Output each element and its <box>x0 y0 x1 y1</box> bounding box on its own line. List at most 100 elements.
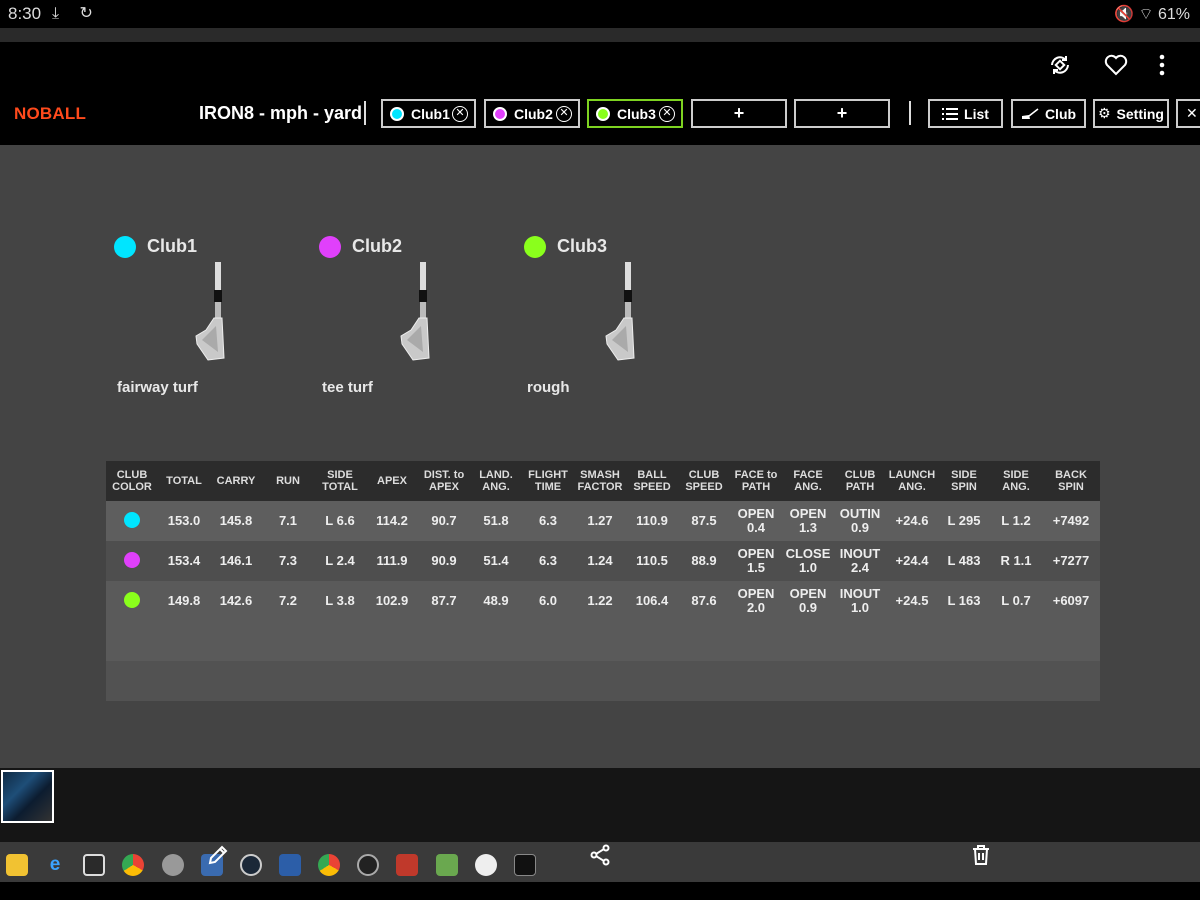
close-club2-icon[interactable]: ✕ <box>556 106 572 122</box>
table-cell <box>574 661 626 701</box>
thumbnail-image[interactable] <box>1 770 54 823</box>
table-cell: +24.4 <box>886 541 938 581</box>
list-button[interactable]: List <box>928 99 1003 128</box>
favorite-heart-icon[interactable] <box>1100 50 1132 80</box>
close-club1-icon[interactable]: ✕ <box>452 106 468 122</box>
table-cell <box>626 621 678 661</box>
table-cell: L 0.7 <box>990 581 1042 621</box>
club-card-1: Club1 fairway turf <box>114 234 314 404</box>
table-row[interactable]: 153.4 146.1 7.3 L 2.4 111.9 90.9 51.4 6.3 1.24 11… <box>106 541 1100 581</box>
thumbnail-strip <box>0 768 1200 842</box>
column-header-line: SPIN <box>951 481 977 493</box>
setting-button[interactable]: ⚙ Setting <box>1093 99 1169 128</box>
table-cell-line: CLOSE <box>785 546 831 561</box>
active-app-icon <box>514 854 536 876</box>
table-cell <box>158 661 210 701</box>
chrome-icon-2 <box>318 854 340 876</box>
app-icon <box>279 854 301 876</box>
table-cell <box>574 621 626 661</box>
table-cell-line: OPEN <box>789 586 827 601</box>
table-cell-line: INOUT <box>839 586 881 601</box>
store-icon <box>83 854 105 876</box>
club1-color-dot <box>390 106 404 121</box>
table-row[interactable]: 149.8 142.6 7.2 L 3.8 102.9 87.7 48.9 6.0 1.22 10… <box>106 581 1100 621</box>
column-header: DIST. to APEX <box>418 461 470 501</box>
column-header-line: SPEED <box>633 481 671 493</box>
column-header-line: SIDE <box>1003 469 1029 481</box>
more-options-icon[interactable] <box>1146 50 1178 80</box>
table-cell-line: 1.5 <box>746 560 766 575</box>
table-cell: 110.5 <box>626 541 678 581</box>
close-club3-icon[interactable]: ✕ <box>659 106 675 122</box>
tab-club3[interactable]: Club3 ✕ <box>587 99 683 128</box>
obs-icon <box>357 854 379 876</box>
table-cell <box>782 621 834 661</box>
club3-turf: rough <box>527 379 570 396</box>
paint-icon <box>162 854 184 876</box>
column-header: CLUB COLOR <box>106 461 158 501</box>
table-cell <box>106 661 158 701</box>
table-cell: L 2.4 <box>314 541 366 581</box>
status-right: 🔇 ⌔ 61% <box>1114 4 1190 24</box>
table-cell <box>366 621 418 661</box>
table-cell-line: 0.9 <box>798 600 818 615</box>
table-cell <box>470 661 522 701</box>
rotate-icon[interactable] <box>1044 50 1076 80</box>
column-header-line: APEX <box>377 475 407 487</box>
table-cell: +24.6 <box>886 501 938 541</box>
club3-name: Club3 <box>557 236 608 256</box>
club2-name: Club2 <box>352 236 403 256</box>
club-color-dot <box>124 591 140 608</box>
iron-club-icon <box>195 262 225 361</box>
club-color-cell <box>106 581 158 621</box>
table-cell <box>418 621 470 661</box>
delete-trash-icon[interactable] <box>968 842 994 868</box>
wifi-icon: ⌔ <box>1138 6 1154 23</box>
column-header-line: CLUB <box>116 469 148 481</box>
club-button[interactable]: Club <box>1011 99 1086 128</box>
app-icon-2 <box>475 854 497 876</box>
table-cell: L 3.8 <box>314 581 366 621</box>
column-header-line: PATH <box>845 481 875 493</box>
empty-table-row <box>106 661 1100 701</box>
club-button-label: Club <box>1044 105 1077 122</box>
golf-club-icon <box>1021 107 1039 119</box>
table-cell <box>938 661 990 701</box>
table-cell <box>210 621 262 661</box>
column-header: FACE to PATH <box>730 461 782 501</box>
table-cell: L 483 <box>938 541 990 581</box>
bottom-bar <box>0 882 1200 900</box>
table-cell: INOUT 2.4 <box>834 541 886 581</box>
edit-pencil-icon[interactable] <box>205 842 231 868</box>
game-icon <box>396 854 418 876</box>
table-cell-line: OPEN <box>737 506 775 521</box>
column-header-line: SIDE <box>951 469 977 481</box>
column-header-line: RUN <box>276 475 300 487</box>
column-header-line: SIDE <box>327 469 353 481</box>
column-header-line: ANG. <box>794 481 822 493</box>
column-header: FACE ANG. <box>782 461 834 501</box>
launcher-icon <box>436 854 458 876</box>
column-header-line: SPEED <box>685 481 723 493</box>
close-button[interactable]: ✕ <box>1176 99 1200 128</box>
table-cell: L 295 <box>938 501 990 541</box>
share-icon[interactable] <box>587 842 613 868</box>
setting-button-label: Setting <box>1116 105 1164 122</box>
table-cell <box>730 661 782 701</box>
header-divider-2 <box>909 101 911 125</box>
tab-club1[interactable]: Club1 ✕ <box>381 99 476 128</box>
table-cell <box>626 661 678 701</box>
column-header: CARRY <box>210 461 262 501</box>
tab-club3-label: Club3 <box>617 105 656 122</box>
table-cell <box>210 661 262 701</box>
tab-club2[interactable]: Club2 ✕ <box>484 99 580 128</box>
add-club-slot-1-button[interactable]: + <box>691 99 787 128</box>
add-club-slot-2-button[interactable]: + <box>794 99 890 128</box>
column-header-line: ANG. <box>482 481 510 493</box>
table-row[interactable]: 153.0 145.8 7.1 L 6.6 114.2 90.7 51.8 6.3 1.27 11… <box>106 501 1100 541</box>
list-button-label: List <box>964 105 989 122</box>
table-cell <box>990 621 1042 661</box>
column-header: BALL SPEED <box>626 461 678 501</box>
club-color-dot <box>124 511 140 528</box>
table-cell: 153.4 <box>158 541 210 581</box>
